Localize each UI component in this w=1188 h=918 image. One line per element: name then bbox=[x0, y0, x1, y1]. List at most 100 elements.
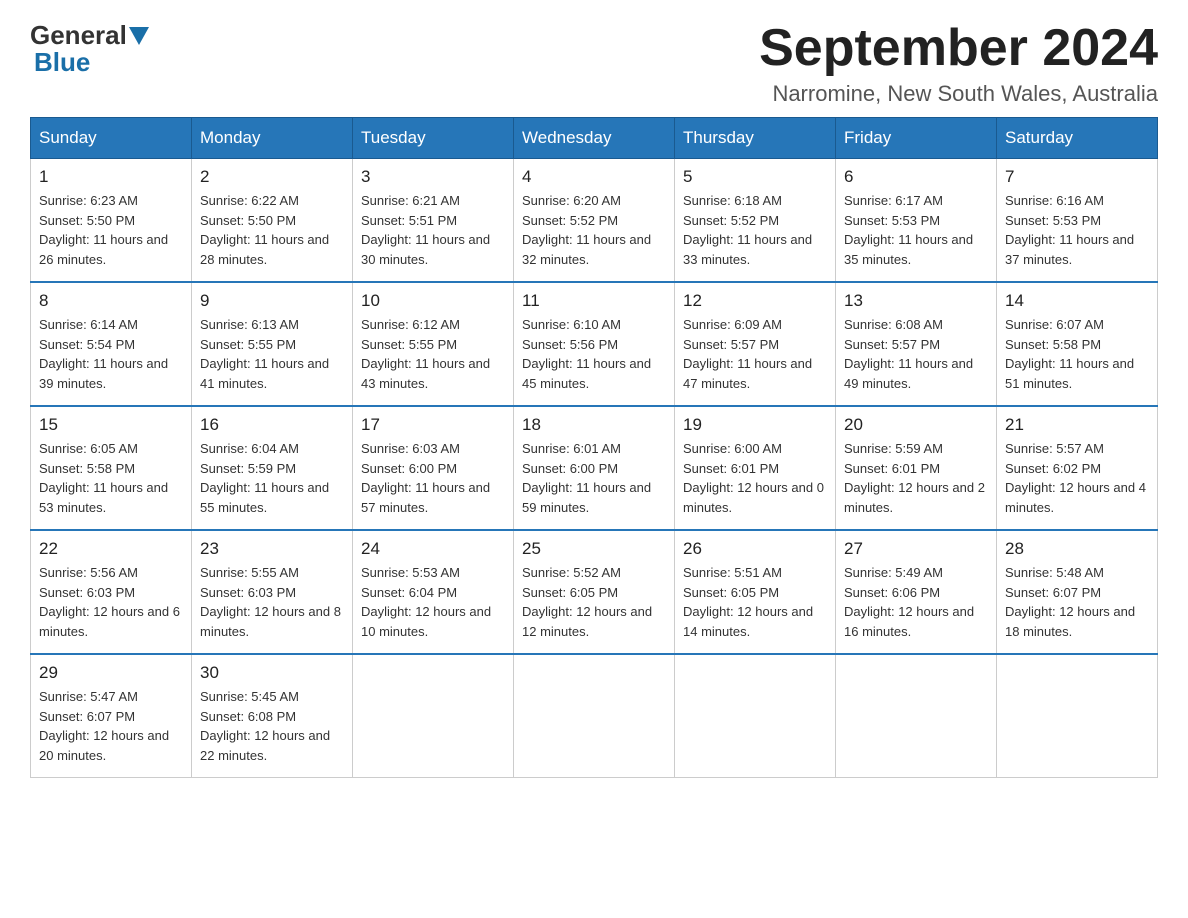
day-cell: 5 Sunrise: 6:18 AMSunset: 5:52 PMDaylight… bbox=[675, 159, 836, 283]
day-number: 16 bbox=[200, 415, 344, 435]
day-info: Sunrise: 5:59 AMSunset: 6:01 PMDaylight:… bbox=[844, 439, 988, 517]
day-number: 27 bbox=[844, 539, 988, 559]
day-cell: 2 Sunrise: 6:22 AMSunset: 5:50 PMDaylight… bbox=[192, 159, 353, 283]
page-header: General Blue September 2024 Narromine, N… bbox=[30, 20, 1158, 107]
day-cell: 11 Sunrise: 6:10 AMSunset: 5:56 PMDayligh… bbox=[514, 282, 675, 406]
day-cell: 7 Sunrise: 6:16 AMSunset: 5:53 PMDaylight… bbox=[997, 159, 1158, 283]
day-number: 18 bbox=[522, 415, 666, 435]
day-info: Sunrise: 6:04 AMSunset: 5:59 PMDaylight:… bbox=[200, 439, 344, 517]
day-number: 10 bbox=[361, 291, 505, 311]
empty-cell bbox=[997, 654, 1158, 778]
day-cell: 22 Sunrise: 5:56 AMSunset: 6:03 PMDayligh… bbox=[31, 530, 192, 654]
logo-blue-text: Blue bbox=[34, 47, 90, 78]
day-info: Sunrise: 5:47 AMSunset: 6:07 PMDaylight:… bbox=[39, 687, 183, 765]
empty-cell bbox=[514, 654, 675, 778]
day-number: 20 bbox=[844, 415, 988, 435]
day-info: Sunrise: 6:23 AMSunset: 5:50 PMDaylight:… bbox=[39, 191, 183, 269]
day-cell: 25 Sunrise: 5:52 AMSunset: 6:05 PMDayligh… bbox=[514, 530, 675, 654]
day-cell: 12 Sunrise: 6:09 AMSunset: 5:57 PMDayligh… bbox=[675, 282, 836, 406]
day-number: 19 bbox=[683, 415, 827, 435]
day-info: Sunrise: 5:49 AMSunset: 6:06 PMDaylight:… bbox=[844, 563, 988, 641]
day-number: 11 bbox=[522, 291, 666, 311]
day-cell: 8Sunrise: 6:14 AMSunset: 5:54 PMDaylight… bbox=[31, 282, 192, 406]
day-cell: 28 Sunrise: 5:48 AMSunset: 6:07 PMDayligh… bbox=[997, 530, 1158, 654]
day-number: 15 bbox=[39, 415, 183, 435]
day-cell: 27 Sunrise: 5:49 AMSunset: 6:06 PMDayligh… bbox=[836, 530, 997, 654]
day-cell: 15 Sunrise: 6:05 AMSunset: 5:58 PMDayligh… bbox=[31, 406, 192, 530]
day-cell: 20 Sunrise: 5:59 AMSunset: 6:01 PMDayligh… bbox=[836, 406, 997, 530]
day-cell: 29Sunrise: 5:47 AMSunset: 6:07 PMDayligh… bbox=[31, 654, 192, 778]
day-number: 24 bbox=[361, 539, 505, 559]
day-info: Sunrise: 6:14 AMSunset: 5:54 PMDaylight:… bbox=[39, 315, 183, 393]
day-cell: 9Sunrise: 6:13 AMSunset: 5:55 PMDaylight… bbox=[192, 282, 353, 406]
logo-triangle-icon bbox=[129, 27, 149, 45]
day-cell: 1 Sunrise: 6:23 AMSunset: 5:50 PMDaylight… bbox=[31, 159, 192, 283]
day-info: Sunrise: 6:10 AMSunset: 5:56 PMDaylight:… bbox=[522, 315, 666, 393]
day-cell: 6 Sunrise: 6:17 AMSunset: 5:53 PMDaylight… bbox=[836, 159, 997, 283]
calendar-week-row: 1 Sunrise: 6:23 AMSunset: 5:50 PMDaylight… bbox=[31, 159, 1158, 283]
day-info: Sunrise: 5:52 AMSunset: 6:05 PMDaylight:… bbox=[522, 563, 666, 641]
day-cell: 18 Sunrise: 6:01 AMSunset: 6:00 PMDayligh… bbox=[514, 406, 675, 530]
day-number: 25 bbox=[522, 539, 666, 559]
day-cell: 14 Sunrise: 6:07 AMSunset: 5:58 PMDayligh… bbox=[997, 282, 1158, 406]
day-cell: 21 Sunrise: 5:57 AMSunset: 6:02 PMDayligh… bbox=[997, 406, 1158, 530]
day-number: 23 bbox=[200, 539, 344, 559]
day-number: 1 bbox=[39, 167, 183, 187]
day-cell: 16 Sunrise: 6:04 AMSunset: 5:59 PMDayligh… bbox=[192, 406, 353, 530]
title-area: September 2024 Narromine, New South Wale… bbox=[759, 20, 1158, 107]
day-number: 6 bbox=[844, 167, 988, 187]
day-info: Sunrise: 5:57 AMSunset: 6:02 PMDaylight:… bbox=[1005, 439, 1149, 517]
day-cell: 13 Sunrise: 6:08 AMSunset: 5:57 PMDayligh… bbox=[836, 282, 997, 406]
day-cell: 19 Sunrise: 6:00 AMSunset: 6:01 PMDayligh… bbox=[675, 406, 836, 530]
day-info: Sunrise: 6:16 AMSunset: 5:53 PMDaylight:… bbox=[1005, 191, 1149, 269]
day-number: 21 bbox=[1005, 415, 1149, 435]
day-number: 2 bbox=[200, 167, 344, 187]
day-number: 26 bbox=[683, 539, 827, 559]
day-number: 13 bbox=[844, 291, 988, 311]
day-info: Sunrise: 6:18 AMSunset: 5:52 PMDaylight:… bbox=[683, 191, 827, 269]
day-cell: 30 Sunrise: 5:45 AMSunset: 6:08 PMDayligh… bbox=[192, 654, 353, 778]
empty-cell bbox=[353, 654, 514, 778]
day-cell: 24Sunrise: 5:53 AMSunset: 6:04 PMDayligh… bbox=[353, 530, 514, 654]
day-info: Sunrise: 6:00 AMSunset: 6:01 PMDaylight:… bbox=[683, 439, 827, 517]
col-header-saturday: Saturday bbox=[997, 118, 1158, 159]
logo: General Blue bbox=[30, 20, 151, 78]
col-header-friday: Friday bbox=[836, 118, 997, 159]
day-cell: 26 Sunrise: 5:51 AMSunset: 6:05 PMDayligh… bbox=[675, 530, 836, 654]
calendar-week-row: 8Sunrise: 6:14 AMSunset: 5:54 PMDaylight… bbox=[31, 282, 1158, 406]
day-info: Sunrise: 6:03 AMSunset: 6:00 PMDaylight:… bbox=[361, 439, 505, 517]
calendar-week-row: 29Sunrise: 5:47 AMSunset: 6:07 PMDayligh… bbox=[31, 654, 1158, 778]
day-info: Sunrise: 6:13 AMSunset: 5:55 PMDaylight:… bbox=[200, 315, 344, 393]
day-cell: 3 Sunrise: 6:21 AMSunset: 5:51 PMDaylight… bbox=[353, 159, 514, 283]
location-title: Narromine, New South Wales, Australia bbox=[759, 81, 1158, 107]
calendar-week-row: 15 Sunrise: 6:05 AMSunset: 5:58 PMDayligh… bbox=[31, 406, 1158, 530]
day-info: Sunrise: 6:20 AMSunset: 5:52 PMDaylight:… bbox=[522, 191, 666, 269]
day-cell: 4Sunrise: 6:20 AMSunset: 5:52 PMDaylight… bbox=[514, 159, 675, 283]
day-info: Sunrise: 6:22 AMSunset: 5:50 PMDaylight:… bbox=[200, 191, 344, 269]
day-number: 7 bbox=[1005, 167, 1149, 187]
day-number: 3 bbox=[361, 167, 505, 187]
day-number: 30 bbox=[200, 663, 344, 683]
day-number: 28 bbox=[1005, 539, 1149, 559]
day-info: Sunrise: 6:08 AMSunset: 5:57 PMDaylight:… bbox=[844, 315, 988, 393]
day-number: 17 bbox=[361, 415, 505, 435]
day-info: Sunrise: 6:01 AMSunset: 6:00 PMDaylight:… bbox=[522, 439, 666, 517]
day-number: 5 bbox=[683, 167, 827, 187]
day-info: Sunrise: 6:17 AMSunset: 5:53 PMDaylight:… bbox=[844, 191, 988, 269]
empty-cell bbox=[836, 654, 997, 778]
day-info: Sunrise: 6:07 AMSunset: 5:58 PMDaylight:… bbox=[1005, 315, 1149, 393]
day-info: Sunrise: 6:09 AMSunset: 5:57 PMDaylight:… bbox=[683, 315, 827, 393]
col-header-tuesday: Tuesday bbox=[353, 118, 514, 159]
calendar-header-row: SundayMondayTuesdayWednesdayThursdayFrid… bbox=[31, 118, 1158, 159]
day-number: 14 bbox=[1005, 291, 1149, 311]
day-info: Sunrise: 5:51 AMSunset: 6:05 PMDaylight:… bbox=[683, 563, 827, 641]
empty-cell bbox=[675, 654, 836, 778]
day-number: 22 bbox=[39, 539, 183, 559]
day-info: Sunrise: 5:56 AMSunset: 6:03 PMDaylight:… bbox=[39, 563, 183, 641]
day-info: Sunrise: 5:55 AMSunset: 6:03 PMDaylight:… bbox=[200, 563, 344, 641]
day-info: Sunrise: 5:45 AMSunset: 6:08 PMDaylight:… bbox=[200, 687, 344, 765]
day-info: Sunrise: 6:05 AMSunset: 5:58 PMDaylight:… bbox=[39, 439, 183, 517]
day-info: Sunrise: 6:21 AMSunset: 5:51 PMDaylight:… bbox=[361, 191, 505, 269]
day-info: Sunrise: 5:48 AMSunset: 6:07 PMDaylight:… bbox=[1005, 563, 1149, 641]
day-number: 12 bbox=[683, 291, 827, 311]
